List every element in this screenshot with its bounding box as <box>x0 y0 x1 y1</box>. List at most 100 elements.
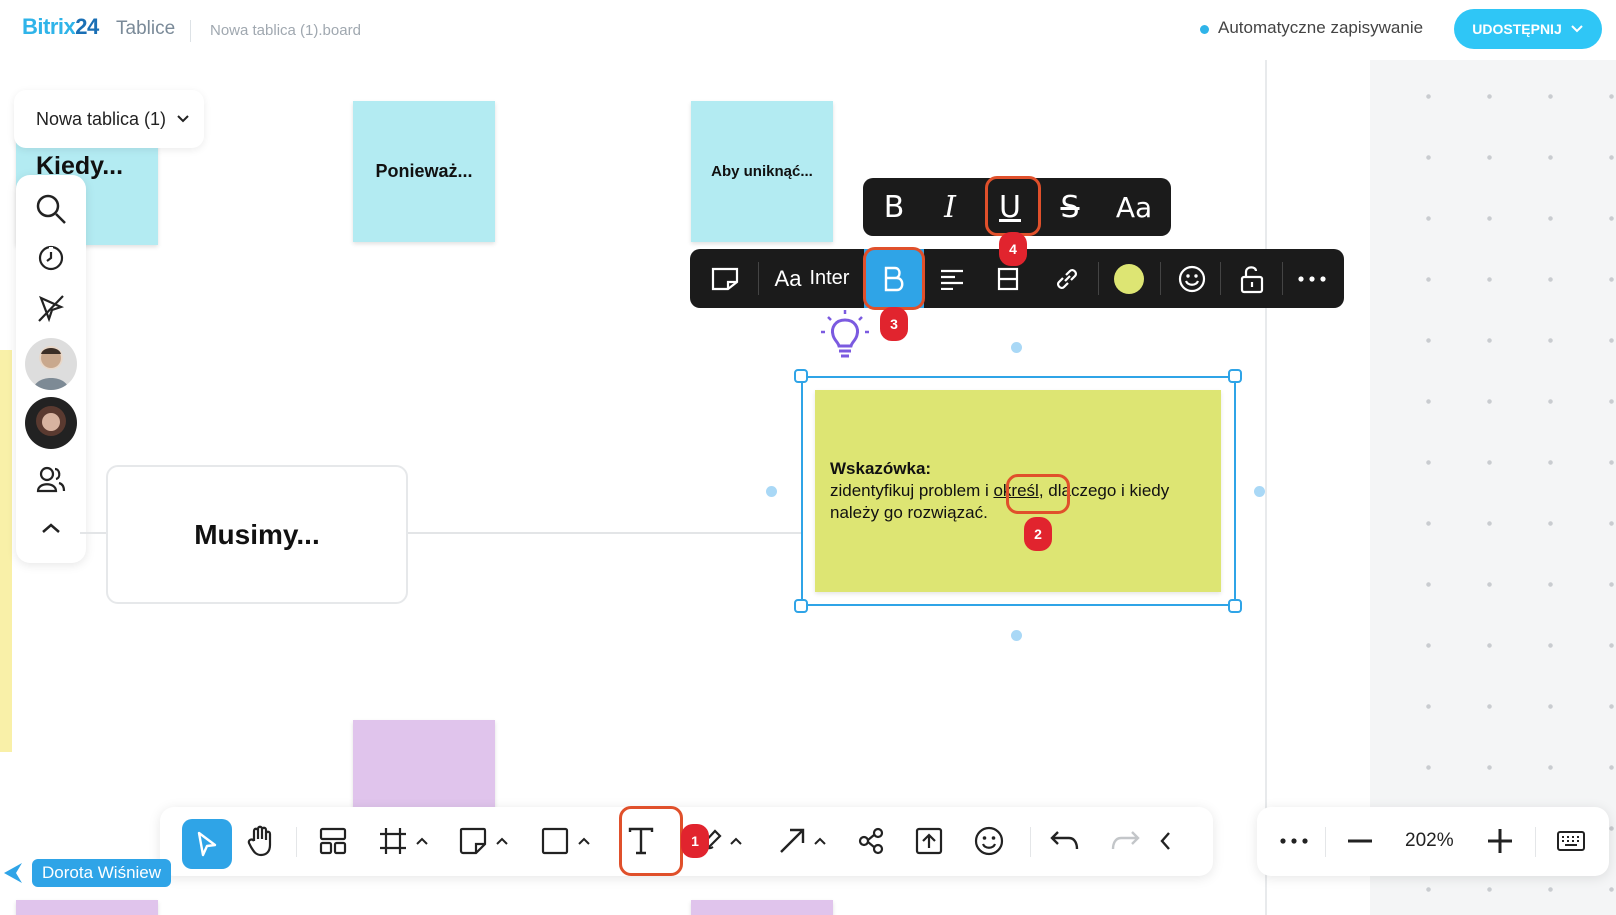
sticky-note-violet[interactable] <box>353 720 495 820</box>
strikethrough-format-button[interactable]: S <box>1045 178 1095 236</box>
unlock-icon[interactable] <box>1226 249 1278 308</box>
text-case-button[interactable]: Aa <box>1105 178 1163 236</box>
toolbar-separator <box>296 827 297 857</box>
shape-text: Musimy... <box>194 518 320 550</box>
chevron-up-icon[interactable] <box>492 820 512 862</box>
board-canvas[interactable]: Kiedy... Ponieważ... Aby uniknąć... Nowa… <box>0 60 1616 915</box>
connect-point-right[interactable] <box>1254 486 1265 497</box>
avatar-user-1[interactable] <box>25 338 77 390</box>
select-tool-button[interactable] <box>182 819 232 869</box>
text-align-icon[interactable] <box>928 249 976 308</box>
chevron-up-icon[interactable] <box>412 820 432 862</box>
dotted-canvas-area <box>1370 60 1616 915</box>
bold-format-button[interactable]: B <box>869 178 919 236</box>
toolbar-separator <box>1282 262 1283 295</box>
redo-icon[interactable] <box>1100 820 1150 862</box>
header-divider <box>190 20 191 42</box>
board-name-label: Nowa tablica (1) <box>36 108 167 129</box>
layout-template-icon[interactable] <box>308 820 358 862</box>
logo-subtitle: Tablice <box>116 18 176 39</box>
timer-icon[interactable] <box>31 238 71 278</box>
sticky-type-icon[interactable] <box>702 249 748 308</box>
chevron-down-icon <box>177 115 189 123</box>
frame-icon[interactable] <box>370 820 416 862</box>
step-badge-4: 4 <box>999 232 1027 266</box>
chevron-up-icon[interactable] <box>726 820 746 862</box>
sticky-note-aby[interactable]: Aby uniknąć... <box>691 101 833 242</box>
font-family-picker[interactable]: Aa Inter <box>764 249 860 308</box>
font-prefix: Aa <box>774 265 802 291</box>
share-button-label: UDOSTĘPNIJ <box>1472 21 1562 37</box>
toolbar-separator <box>758 262 759 295</box>
autosave-status-dot <box>1200 25 1209 34</box>
toolbar-separator <box>1160 262 1161 295</box>
chevron-up-icon[interactable] <box>810 820 830 862</box>
highlight-text-tool <box>619 806 683 876</box>
connect-point-bottom[interactable] <box>1011 630 1022 641</box>
arrow-connector-icon[interactable] <box>770 820 814 862</box>
sticky-note-violet-bottom[interactable] <box>691 900 833 915</box>
link-icon[interactable] <box>1042 249 1092 308</box>
resize-handle-top-right[interactable] <box>1228 369 1242 383</box>
chevron-down-icon <box>1571 25 1583 33</box>
emoji-sticker-icon[interactable] <box>964 820 1014 862</box>
upload-icon[interactable] <box>904 820 954 862</box>
more-options-icon[interactable] <box>1288 249 1336 308</box>
sticky-text: Ponieważ... <box>375 161 473 181</box>
rectangle-shape-icon[interactable] <box>532 820 578 862</box>
step-badge-2: 2 <box>1024 517 1052 551</box>
resize-handle-bottom-left[interactable] <box>794 599 808 613</box>
zoom-out-icon[interactable] <box>1335 820 1385 862</box>
board-name-dropdown[interactable]: Nowa tablica (1) <box>14 90 204 148</box>
sticky-text: Aby uniknąć... <box>711 163 813 180</box>
mind-map-icon[interactable] <box>848 820 894 862</box>
emoji-icon[interactable] <box>1166 249 1218 308</box>
chevron-up-icon[interactable] <box>574 820 594 862</box>
highlight-bold-button <box>863 247 925 310</box>
keyboard-shortcuts-icon[interactable] <box>1545 820 1597 862</box>
zoom-in-icon[interactable] <box>1475 820 1525 862</box>
remote-cursor-icon <box>2 861 24 890</box>
hide-cursors-icon[interactable] <box>31 288 71 328</box>
logo-number: 24 <box>75 14 99 39</box>
toolbar-separator <box>1535 827 1536 857</box>
toolbar-separator <box>1030 827 1031 857</box>
logo-brand: Bitrix <box>22 14 76 39</box>
yellow-sticky-edge[interactable] <box>0 350 12 752</box>
shape-musimy[interactable]: Musimy... <box>106 465 408 604</box>
toolbar-separator <box>1325 827 1326 857</box>
sticky-note-violet-bottom-left[interactable] <box>16 900 158 915</box>
remote-user-label: Dorota Wiśniew <box>32 859 172 887</box>
lightbulb-icon <box>818 308 872 369</box>
board-file-name[interactable]: Nowa tablica (1).board <box>210 22 361 39</box>
sticky-note-poniewaz[interactable]: Ponieważ... <box>353 101 495 242</box>
undo-icon[interactable] <box>1040 820 1090 862</box>
connector-line[interactable] <box>408 532 802 534</box>
bitrix-logo[interactable]: Bitrix24 <box>22 14 99 40</box>
share-button[interactable]: UDOSTĘPNIJ <box>1454 9 1602 49</box>
chevron-up-icon[interactable] <box>31 508 71 548</box>
sticky-note-icon[interactable] <box>450 820 496 862</box>
users-icon[interactable] <box>31 459 71 499</box>
connect-point-left[interactable] <box>766 486 777 497</box>
highlight-underline-button <box>985 176 1041 236</box>
left-toolbar <box>16 175 86 563</box>
highlight-underlined-word <box>1006 474 1070 514</box>
color-swatch <box>1114 263 1144 294</box>
hand-icon[interactable] <box>236 820 286 862</box>
color-picker-button[interactable] <box>1104 249 1154 308</box>
chevron-left-icon[interactable] <box>1150 820 1180 862</box>
step-badge-3: 3 <box>880 307 908 341</box>
canvas-divider-line <box>1265 60 1267 915</box>
resize-handle-top-left[interactable] <box>794 369 808 383</box>
search-icon[interactable] <box>31 189 71 229</box>
avatar-user-2[interactable] <box>25 397 77 449</box>
cursor-arrow-icon <box>197 831 217 857</box>
resize-handle-bottom-right[interactable] <box>1228 599 1242 613</box>
italic-format-button[interactable]: I <box>925 178 975 236</box>
step-badge-1: 1 <box>681 824 709 858</box>
zoom-level[interactable]: 202% <box>1405 830 1454 852</box>
top-header: Bitrix24 Tablice Nowa tablica (1).board … <box>0 0 1616 60</box>
more-options-icon[interactable] <box>1271 820 1317 862</box>
connect-point-top[interactable] <box>1011 342 1022 353</box>
